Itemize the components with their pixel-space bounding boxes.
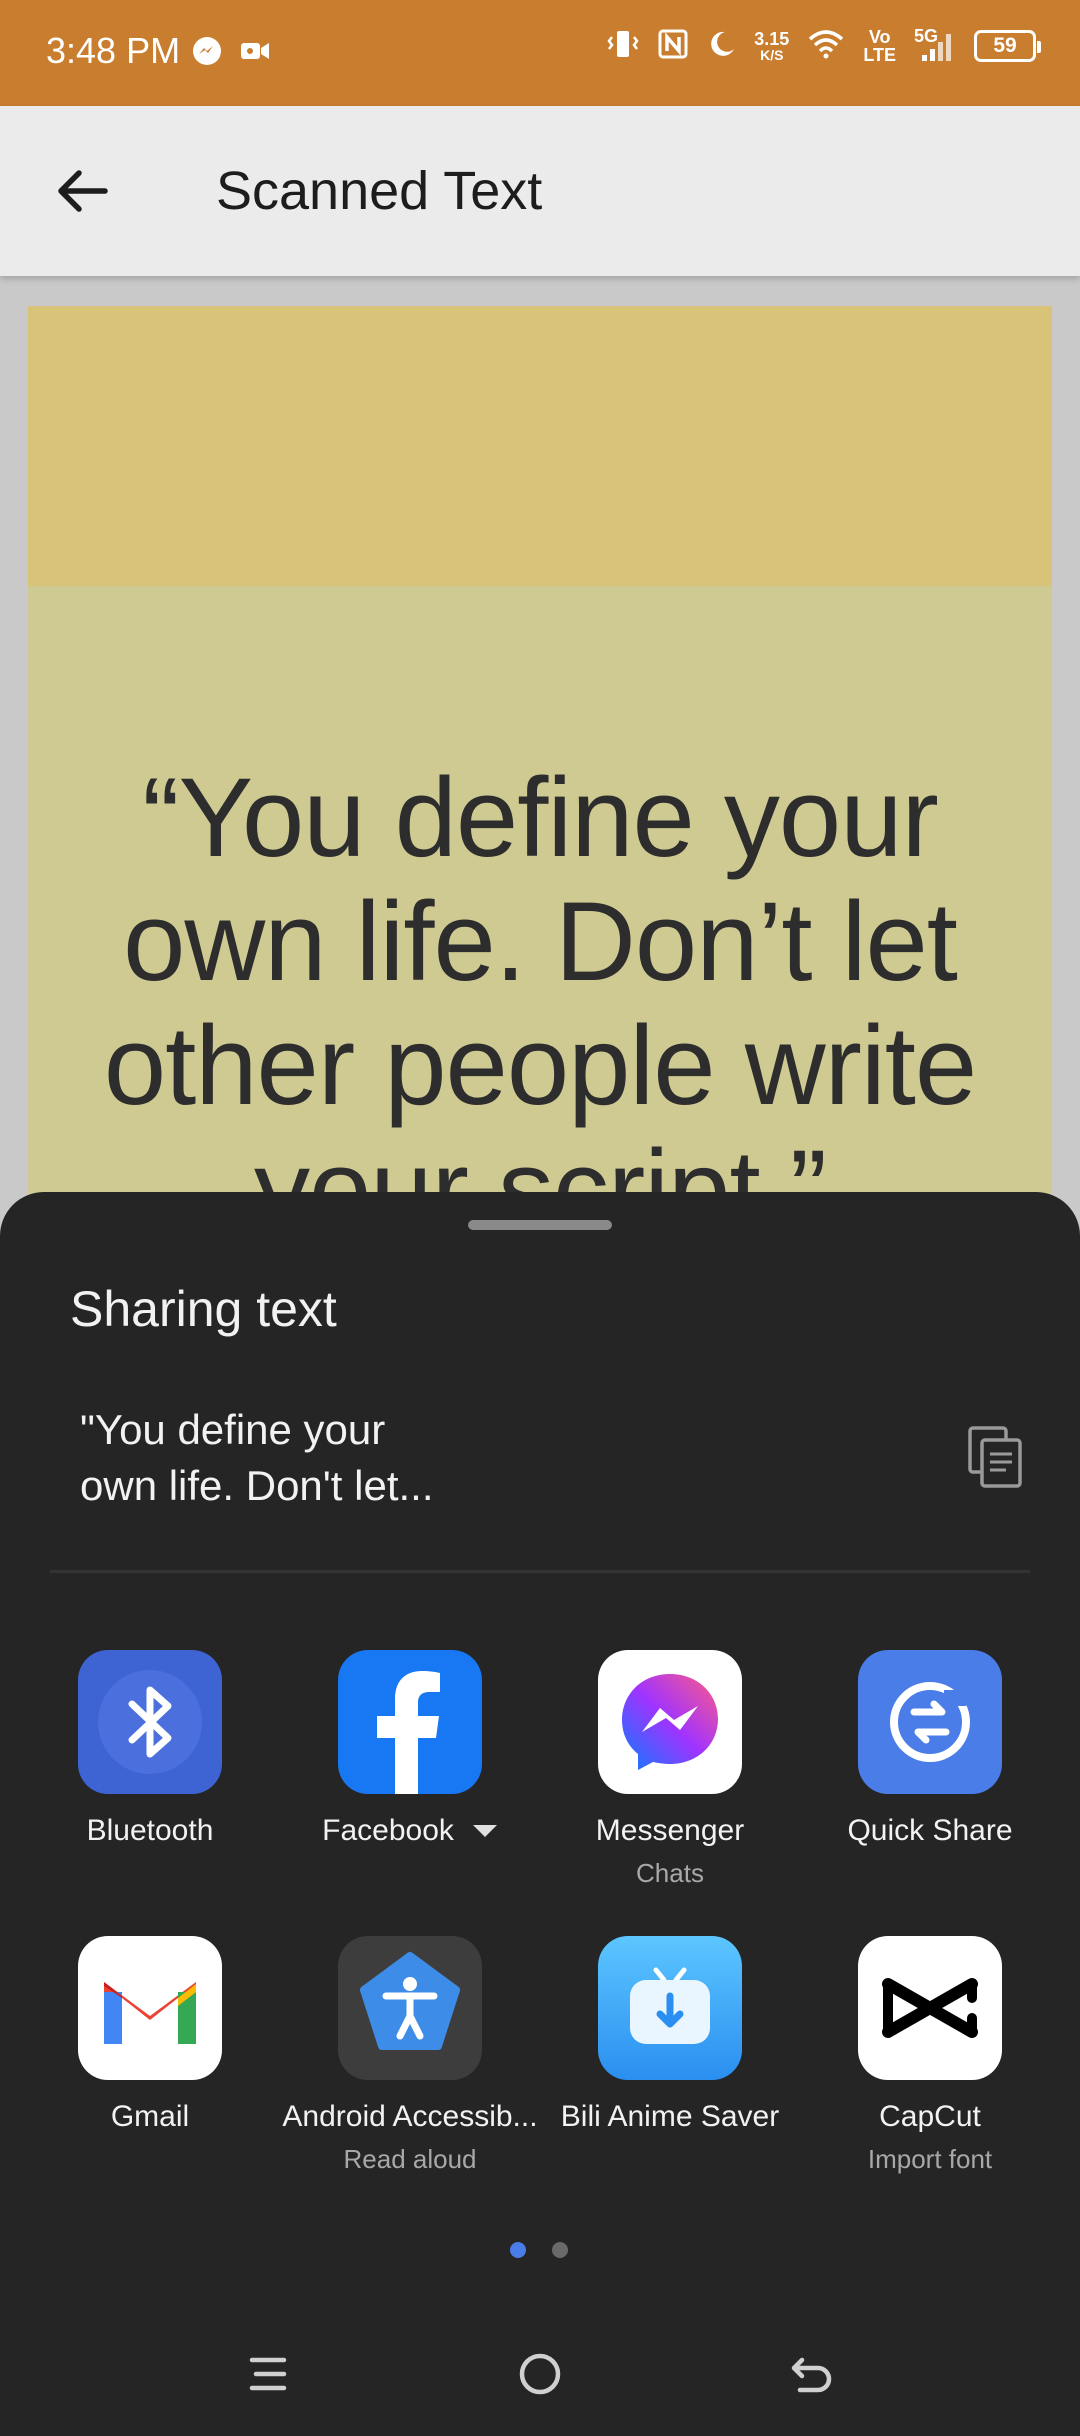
bili-anime-saver-icon [630,1967,710,2044]
page-dot-active[interactable] [510,2242,526,2258]
vibrate-icon [606,29,640,64]
home-icon [519,2353,561,2395]
dropdown-arrow-icon[interactable] [472,1824,498,1838]
home-button[interactable] [510,2344,570,2404]
share-target-gmail[interactable]: Gmail [20,1936,280,2222]
share-target-quick-share[interactable]: Quick Share [800,1650,1060,1936]
status-time: 3:48 PM [46,30,181,71]
network-speed: 3.15 K/S [754,29,790,63]
system-back-button[interactable] [782,2344,842,2404]
menu-icon [249,2357,287,2391]
bluetooth-icon [98,1670,202,1774]
messenger-icon [622,1674,718,1770]
copy-button[interactable] [966,1424,1026,1490]
copy-icon [968,1426,1022,1488]
app-bar: Scanned Text [0,106,1080,276]
facebook-icon [377,1671,440,1794]
capcut-icon [882,1978,978,2038]
divider [50,1570,1030,1573]
back-icon [791,2357,832,2393]
navigation-bar [0,2308,1080,2436]
signal-icon: 5G [914,27,956,63]
share-target-bluetooth[interactable]: Bluetooth [20,1650,280,1936]
recents-button[interactable] [238,2344,298,2404]
wifi-icon [807,29,845,64]
share-target-bili-anime-saver[interactable]: Bili Anime Saver [540,1936,800,2222]
page-dot[interactable] [552,2242,568,2258]
battery-icon: 59 [974,30,1041,62]
status-bar: 3:48 PM 3.15 K/S Vo LTE 5G 59 [0,0,1080,106]
share-target-facebook[interactable]: Facebook [280,1650,540,1936]
moon-icon [706,29,736,64]
quick-share-icon [890,1682,970,1762]
accessibility-icon [360,1952,460,2050]
back-button[interactable] [48,156,118,226]
share-target-android-accessibility[interactable]: Android Accessib... Read aloud [280,1936,540,2222]
scanned-quote: “You define your own life. Don’t let oth… [103,755,977,1207]
drag-handle[interactable] [468,1220,612,1230]
share-target-capcut[interactable]: CapCut Import font [800,1936,1060,2222]
gmail-icon [104,1982,196,2044]
messenger-notification-icon [192,36,222,71]
share-sheet-title: Sharing text [70,1281,337,1337]
shared-text-preview: "You define your own life. Don't let... [80,1406,434,1509]
nfc-icon [658,29,688,64]
volte-indicator: Vo LTE [863,27,896,65]
share-target-messenger[interactable]: Messenger Chats [540,1650,800,1936]
scanned-image: “You define your own life. Don’t let oth… [28,306,1052,1206]
video-icon [240,40,270,67]
page-title: Scanned Text [216,161,543,221]
share-sheet: Sharing text "You define your own life. … [0,1192,1080,2436]
page-indicator [510,2242,568,2258]
share-targets-grid: Bluetooth Facebook Messenger Chats Quick… [20,1650,1060,2222]
arrow-left-icon [58,170,108,212]
